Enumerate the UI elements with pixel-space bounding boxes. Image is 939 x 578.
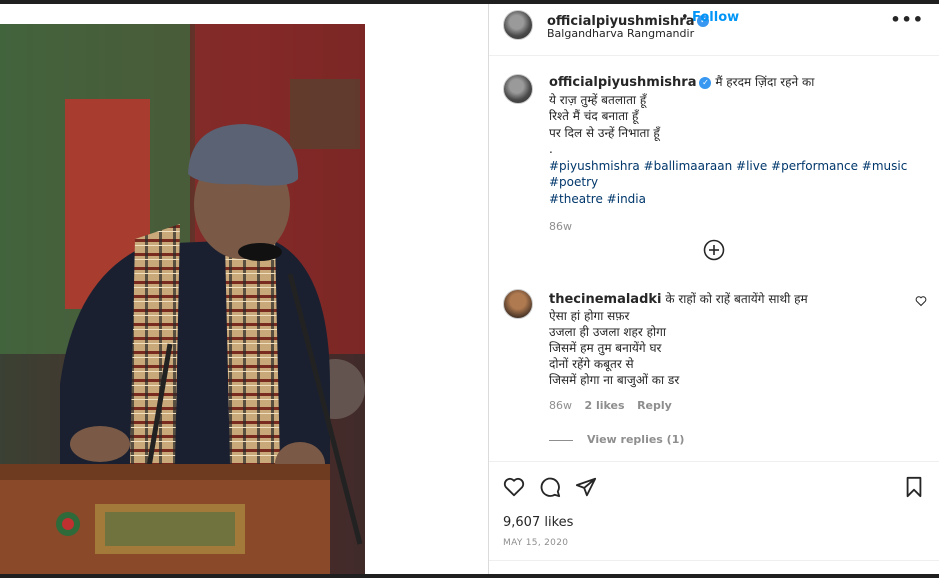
comment-line-6: जिसमें होगा ना बाजुओं का डर bbox=[549, 373, 680, 387]
footer-divider bbox=[489, 560, 939, 561]
author-avatar[interactable] bbox=[503, 10, 533, 40]
likes-count[interactable]: 9,607 likes bbox=[503, 515, 573, 530]
caption-avatar[interactable] bbox=[503, 74, 533, 104]
commenter-username[interactable]: thecinemaladki bbox=[549, 292, 661, 307]
comment-line-1: के राहों को राहें बतायेंगे साथी हम bbox=[665, 292, 808, 306]
location-link[interactable]: Balgandharva Rangmandir bbox=[547, 27, 694, 40]
post-side-panel: officialpiyushmishra ✓ • Follow Balgandha… bbox=[488, 4, 939, 574]
caption-username[interactable]: officialpiyushmishra bbox=[549, 75, 696, 90]
separator-dot: • bbox=[681, 10, 689, 25]
save-bookmark-icon[interactable] bbox=[904, 476, 924, 498]
caption-line-1: मैं हरदम ज़िंदा रहने का bbox=[715, 75, 815, 89]
post-dialog: officialpiyushmishra ✓ • Follow Balgandha… bbox=[0, 0, 939, 578]
comment-line-3: उजला ही उजला शहर होगा bbox=[549, 325, 666, 339]
comment-time[interactable]: 86w bbox=[549, 399, 572, 412]
caption-text: officialpiyushmishra ✓ मैं हरदम ज़िंदा रह… bbox=[549, 74, 929, 236]
comment-icon[interactable] bbox=[539, 476, 561, 498]
caption-time[interactable]: 86w bbox=[549, 219, 929, 236]
more-options-icon[interactable]: ••• bbox=[890, 10, 924, 29]
load-more-comments-icon[interactable] bbox=[703, 239, 725, 261]
share-send-icon[interactable] bbox=[575, 476, 597, 498]
post-date: MAY 15, 2020 bbox=[503, 538, 569, 548]
view-replies-row[interactable]: View replies (1) bbox=[549, 432, 909, 448]
post-actions: 9,607 likes MAY 15, 2020 bbox=[489, 461, 939, 574]
caption-verified-icon: ✓ bbox=[699, 76, 712, 89]
comment-like-heart-icon[interactable] bbox=[915, 295, 927, 307]
post-photo[interactable] bbox=[0, 24, 365, 578]
view-replies-line bbox=[549, 439, 573, 441]
performer-photo bbox=[0, 24, 365, 578]
commenter-avatar[interactable] bbox=[503, 289, 533, 319]
comment-likes[interactable]: 2 likes bbox=[585, 399, 625, 412]
caption-line-3: रिश्ते मैं चंद बनाता हूँ bbox=[549, 109, 639, 123]
follow-button[interactable]: Follow bbox=[692, 10, 739, 25]
view-replies-button[interactable]: View replies (1) bbox=[587, 433, 684, 446]
caption-line-5: . bbox=[549, 142, 553, 156]
media-area bbox=[0, 4, 488, 578]
comment-meta: 86w 2 likes Reply bbox=[549, 398, 909, 414]
comment-line-5: दोनों रहेंगे कबूतर से bbox=[549, 357, 634, 371]
like-heart-icon[interactable] bbox=[503, 476, 525, 498]
post-header: officialpiyushmishra ✓ • Follow Balgandha… bbox=[489, 4, 939, 56]
comment-text: thecinemaladki के राहों को राहें बतायेंग… bbox=[549, 291, 909, 448]
hashtags-line-2[interactable]: #theatre #india bbox=[549, 191, 929, 208]
reply-button[interactable]: Reply bbox=[637, 399, 672, 412]
caption-line-4: पर दिल से उन्हें निभाता हूँ bbox=[549, 125, 660, 140]
caption-line-2: ये राज़ तुम्हें बतलाता हूँ bbox=[549, 92, 647, 107]
hashtags-line-1[interactable]: #piyushmishra #ballimaaraan #live #perfo… bbox=[549, 158, 929, 191]
comment-line-2: ऐसा हां होगा सफ़र bbox=[549, 309, 630, 323]
bottom-edge bbox=[0, 574, 939, 578]
comment-line-4: जिसमें हम तुम बनायेंगे घर bbox=[549, 341, 662, 355]
